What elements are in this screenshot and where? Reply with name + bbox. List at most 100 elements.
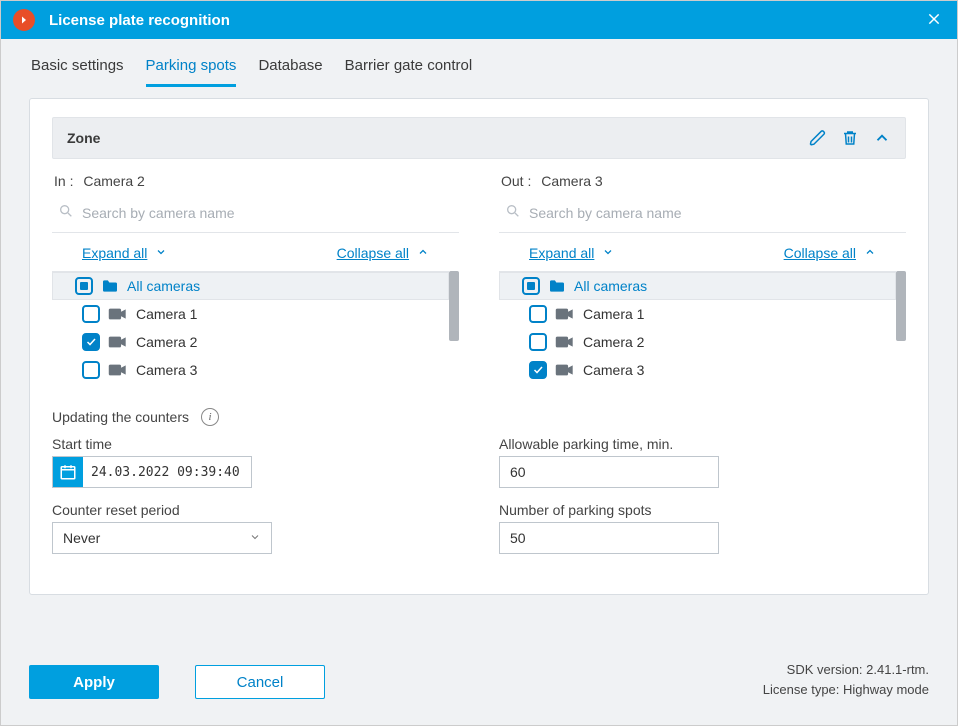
zone-title: Zone xyxy=(67,130,795,146)
in-item-checkbox-1[interactable] xyxy=(82,333,100,351)
in-collapse-label: Collapse all xyxy=(337,245,409,261)
out-search-row xyxy=(499,197,906,233)
out-link-row: Expand all Collapse all xyxy=(499,233,906,271)
out-item-label-2: Camera 3 xyxy=(583,362,644,378)
folder-icon xyxy=(548,279,566,293)
chevron-up-icon xyxy=(864,245,876,261)
search-icon xyxy=(505,203,529,222)
in-item-checkbox-0[interactable] xyxy=(82,305,100,323)
in-search-input[interactable] xyxy=(82,205,453,221)
calendar-icon[interactable] xyxy=(53,457,83,487)
in-item-label-2: Camera 3 xyxy=(136,362,197,378)
camera-icon xyxy=(108,307,128,321)
chevron-down-icon xyxy=(249,530,261,546)
reset-period-select[interactable]: Never xyxy=(52,522,272,554)
edit-zone-button[interactable] xyxy=(809,129,827,147)
dialog-window: License plate recognition Basic settings… xyxy=(0,0,958,726)
zone-header: Zone xyxy=(52,117,906,159)
close-button[interactable] xyxy=(923,8,945,33)
out-tree-item[interactable]: Camera 3 xyxy=(499,356,896,384)
out-tree: All cameras Camera 1 Camera 2 xyxy=(499,271,896,384)
out-item-label-0: Camera 1 xyxy=(583,306,644,322)
dialog-body: Basic settings Parking spots Database Ba… xyxy=(1,39,957,725)
tabs: Basic settings Parking spots Database Ba… xyxy=(1,39,957,88)
out-expand-all[interactable]: Expand all xyxy=(529,245,614,261)
out-tree-wrap: All cameras Camera 1 Camera 2 xyxy=(499,271,906,384)
in-selected-camera: Camera 2 xyxy=(83,173,144,189)
out-root-label: All cameras xyxy=(574,278,647,294)
in-expand-label: Expand all xyxy=(82,245,147,261)
out-tree-item[interactable]: Camera 1 xyxy=(499,300,896,328)
app-icon xyxy=(13,9,35,31)
apply-button[interactable]: Apply xyxy=(29,665,159,699)
folder-icon xyxy=(101,279,119,293)
out-item-label-1: Camera 2 xyxy=(583,334,644,350)
in-expand-all[interactable]: Expand all xyxy=(82,245,167,261)
in-prefix: In : xyxy=(54,173,73,189)
camera-icon xyxy=(108,363,128,377)
delete-zone-button[interactable] xyxy=(841,129,859,147)
parking-spots-input[interactable] xyxy=(499,522,719,554)
out-tree-root[interactable]: All cameras xyxy=(499,272,896,300)
out-collapse-all[interactable]: Collapse all xyxy=(784,245,876,261)
out-column: Out : Camera 3 Expand all xyxy=(499,169,906,384)
out-item-checkbox-0[interactable] xyxy=(529,305,547,323)
counters-right-col: Allowable parking time, min. Number of p… xyxy=(499,432,906,554)
counters-heading-row: Updating the counters i xyxy=(52,408,906,426)
chevron-down-icon xyxy=(602,245,614,261)
zone-columns: In : Camera 2 Expand all xyxy=(52,169,906,384)
zone-panel: Zone In : Camera 2 xyxy=(29,98,929,595)
in-item-label-0: Camera 1 xyxy=(136,306,197,322)
allowable-time-input[interactable] xyxy=(499,456,719,488)
out-expand-label: Expand all xyxy=(529,245,594,261)
out-search-input[interactable] xyxy=(529,205,900,221)
footer: Apply Cancel SDK version: 2.41.1-rtm. Li… xyxy=(1,642,957,725)
in-search-row xyxy=(52,197,459,233)
out-item-checkbox-1[interactable] xyxy=(529,333,547,351)
in-item-checkbox-2[interactable] xyxy=(82,361,100,379)
in-root-checkbox[interactable] xyxy=(75,277,93,295)
reset-period-value: Never xyxy=(63,530,100,546)
cancel-button[interactable]: Cancel xyxy=(195,665,325,699)
camera-icon xyxy=(555,307,575,321)
tab-barrier-gate-control[interactable]: Barrier gate control xyxy=(345,57,473,87)
camera-icon xyxy=(555,335,575,349)
reset-period-label: Counter reset period xyxy=(52,502,459,518)
footer-info: SDK version: 2.41.1-rtm. License type: H… xyxy=(763,660,929,699)
out-scrollbar[interactable] xyxy=(896,271,906,341)
parking-spots-label: Number of parking spots xyxy=(499,502,906,518)
start-time-value: 24.03.2022 09:39:40 xyxy=(83,465,248,480)
out-collapse-label: Collapse all xyxy=(784,245,856,261)
counters-heading: Updating the counters xyxy=(52,409,189,425)
license-type: License type: Highway mode xyxy=(763,680,929,700)
in-tree-item[interactable]: Camera 2 xyxy=(52,328,449,356)
tab-parking-spots[interactable]: Parking spots xyxy=(146,57,237,87)
collapse-zone-button[interactable] xyxy=(873,129,891,147)
in-tree-item[interactable]: Camera 3 xyxy=(52,356,449,384)
in-collapse-all[interactable]: Collapse all xyxy=(337,245,429,261)
in-item-label-1: Camera 2 xyxy=(136,334,197,350)
out-item-checkbox-2[interactable] xyxy=(529,361,547,379)
counters-left-col: Start time 24.03.2022 09:39:40 Counter r… xyxy=(52,432,459,554)
in-tree: All cameras Camera 1 Camera 2 xyxy=(52,271,449,384)
in-label: In : Camera 2 xyxy=(54,173,457,189)
in-column: In : Camera 2 Expand all xyxy=(52,169,459,384)
sdk-version: SDK version: 2.41.1-rtm. xyxy=(763,660,929,680)
info-icon[interactable]: i xyxy=(201,408,219,426)
in-tree-root[interactable]: All cameras xyxy=(52,272,449,300)
in-tree-item[interactable]: Camera 1 xyxy=(52,300,449,328)
out-root-checkbox[interactable] xyxy=(522,277,540,295)
tab-basic-settings[interactable]: Basic settings xyxy=(31,57,124,87)
out-prefix: Out : xyxy=(501,173,531,189)
in-tree-wrap: All cameras Camera 1 Camera 2 xyxy=(52,271,459,384)
out-tree-item[interactable]: Camera 2 xyxy=(499,328,896,356)
chevron-down-icon xyxy=(155,245,167,261)
out-label: Out : Camera 3 xyxy=(501,173,904,189)
tab-database[interactable]: Database xyxy=(258,57,322,87)
start-time-label: Start time xyxy=(52,436,459,452)
chevron-up-icon xyxy=(417,245,429,261)
camera-icon xyxy=(555,363,575,377)
start-time-input[interactable]: 24.03.2022 09:39:40 xyxy=(52,456,252,488)
allowable-time-label: Allowable parking time, min. xyxy=(499,436,906,452)
in-scrollbar[interactable] xyxy=(449,271,459,341)
